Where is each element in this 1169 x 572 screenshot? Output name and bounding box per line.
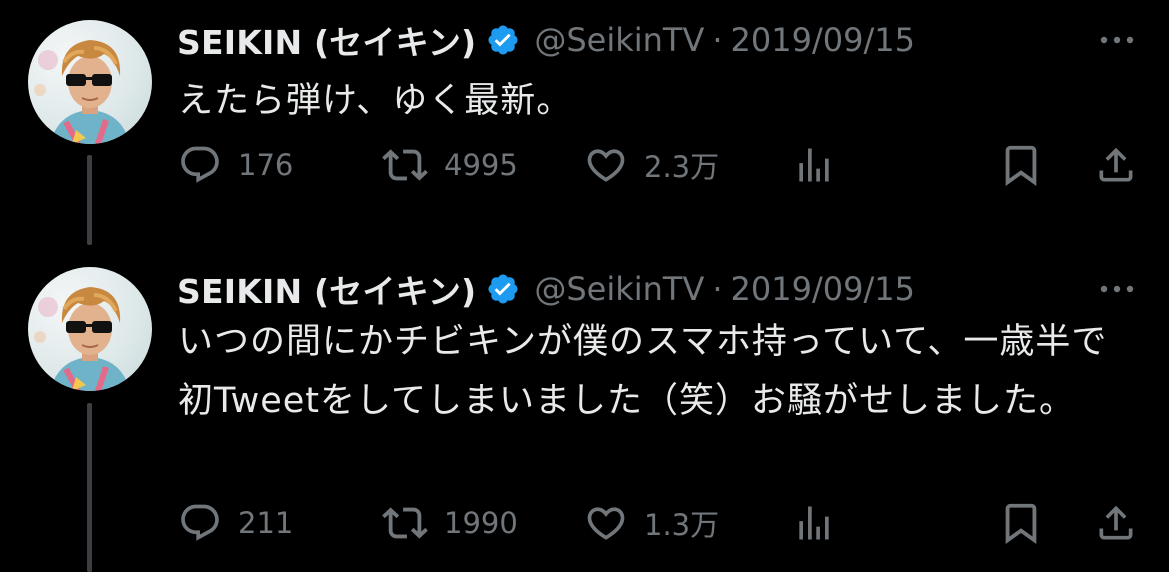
reply-button[interactable]: 176 (178, 140, 293, 190)
bookmark-button[interactable] (998, 498, 1044, 548)
more-dots-icon[interactable] (1097, 279, 1137, 299)
share-upload-icon (1099, 147, 1133, 182)
more-dots-icon[interactable] (1097, 30, 1137, 50)
bookmark-icon (1005, 145, 1037, 186)
retweet-button[interactable]: 1990 (382, 498, 518, 548)
separator-dot: · (712, 21, 723, 59)
heart-icon (587, 507, 625, 540)
bar-chart-icon (799, 506, 829, 540)
speech-bubble-icon (181, 146, 219, 183)
speech-bubble-icon (181, 504, 219, 541)
retweet-button[interactable]: 4995 (382, 140, 518, 190)
tweet-date[interactable]: 2019/09/15 (731, 21, 915, 59)
like-button[interactable]: 1.3万 (584, 498, 719, 548)
tweet[interactable]: SEIKIN (セイキン) @SeikinTV · 2019/09/15 いつの… (0, 245, 1169, 572)
bookmark-button[interactable] (998, 140, 1044, 190)
share-upload-icon (1099, 505, 1133, 540)
tweet-header: SEIKIN (セイキン) @SeikinTV · 2019/09/15 (177, 18, 915, 62)
author-name[interactable]: SEIKIN (セイキン) (177, 265, 476, 313)
views-button[interactable] (792, 498, 836, 548)
tweet-header: SEIKIN (セイキン) @SeikinTV · 2019/09/15 (177, 267, 915, 311)
retweet-arrows-icon (382, 149, 428, 181)
thread-connector-line (87, 403, 92, 572)
author-handle[interactable]: @SeikinTV (534, 270, 704, 308)
share-button[interactable] (1094, 498, 1138, 548)
tweet-actions: 176 4995 2.3万 (178, 140, 1138, 190)
share-button[interactable] (1094, 140, 1138, 190)
like-count: 1.3万 (644, 508, 720, 542)
author-handle[interactable]: @SeikinTV (534, 21, 704, 59)
author-name[interactable]: SEIKIN (セイキン) (177, 16, 476, 64)
tweet-text: いつの間にかチビキンが僕のスマホ持っていて、一歳半で初Tweetをしてしまいまし… (178, 322, 1108, 421)
reply-count: 211 (238, 506, 294, 540)
avatar[interactable] (28, 20, 152, 144)
verified-badge-icon (486, 23, 520, 57)
reply-count: 176 (238, 148, 294, 182)
retweet-count: 1990 (444, 506, 518, 540)
bar-chart-icon (799, 148, 829, 182)
avatar-image (34, 40, 130, 144)
bookmark-icon (1005, 503, 1037, 544)
tweet[interactable]: SEIKIN (セイキン) @SeikinTV · 2019/09/15 えたら… (0, 0, 1169, 245)
like-button[interactable]: 2.3万 (584, 140, 719, 190)
verified-badge-icon (486, 272, 520, 306)
thread-connector-line (87, 155, 92, 245)
heart-icon (587, 149, 625, 182)
like-count: 2.3万 (644, 150, 720, 184)
separator-dot: · (712, 270, 723, 308)
reply-button[interactable]: 211 (178, 498, 293, 548)
avatar-image (34, 287, 130, 391)
retweet-arrows-icon (382, 507, 428, 539)
tweet-text: えたら弾け、ゆく最新。 (178, 81, 573, 121)
views-button[interactable] (792, 140, 836, 190)
avatar[interactable] (28, 267, 152, 391)
tweet-actions: 211 1990 1.3万 (178, 498, 1138, 548)
retweet-count: 4995 (444, 148, 518, 182)
tweet-date[interactable]: 2019/09/15 (731, 270, 915, 308)
